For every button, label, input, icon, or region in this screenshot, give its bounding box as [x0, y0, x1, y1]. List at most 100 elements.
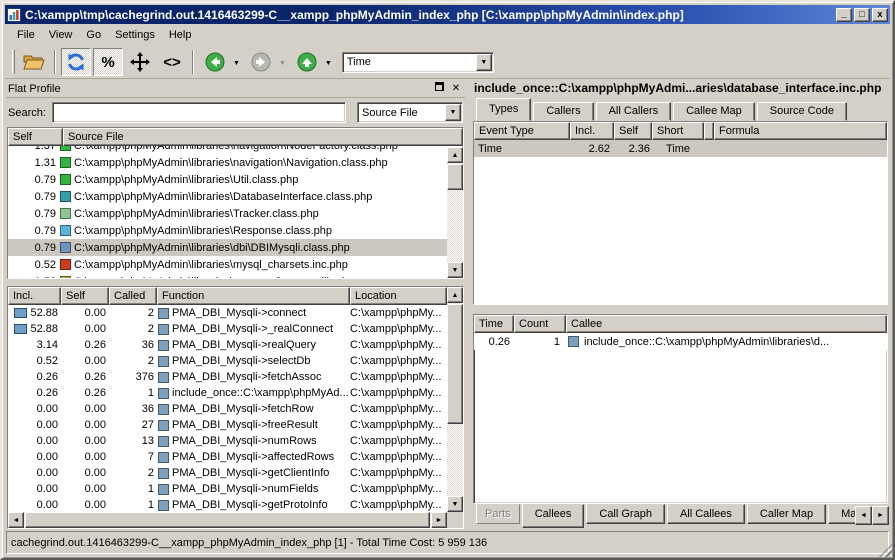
self-cost: 0.26 — [61, 387, 109, 399]
table-row[interactable]: 0.00 0.00 13 PMA_DBI_Mysqli->numRows C:\… — [8, 433, 447, 449]
tab[interactable]: Callers — [533, 102, 593, 121]
function-name: PMA_DBI_Mysqli->realQuery — [172, 339, 316, 351]
list-item[interactable]: 0.79 C:\xampp\phpMyAdmin\libraries\Datab… — [8, 188, 447, 205]
table-row[interactable]: 0.26 0.26 376 PMA_DBI_Mysqli->fetchAssoc… — [8, 369, 447, 385]
event-type-combo[interactable]: Time ▼ — [342, 52, 494, 73]
selected-function-title: include_once::C:\xampp\phpMyAdmi...aries… — [472, 80, 889, 98]
column-header-short[interactable]: Short — [652, 122, 704, 140]
table-row[interactable]: 0.00 0.00 1 PMA_DBI_Mysqli->getProtoInfo… — [8, 497, 447, 512]
scroll-right-icon[interactable]: ► — [872, 506, 889, 525]
tab[interactable]: All Callers — [596, 102, 672, 121]
up-dropdown-arrow[interactable]: ▼ — [325, 60, 332, 67]
column-header-incl[interactable]: Incl. — [8, 287, 61, 305]
grouping-combo[interactable]: Source File ▼ — [357, 102, 463, 123]
relative-cost-button[interactable]: <> — [157, 48, 187, 76]
dock-float-button[interactable] — [432, 82, 446, 95]
column-header-location[interactable]: Location — [350, 287, 447, 305]
cycle-detection-button[interactable] — [61, 48, 91, 76]
column-header-called[interactable]: Called — [109, 287, 157, 305]
column-header-count[interactable]: Count — [514, 315, 566, 333]
scroll-down-icon[interactable]: ▼ — [447, 262, 463, 278]
scroll-down-icon[interactable]: ▼ — [447, 496, 463, 512]
minimize-button[interactable]: _ — [836, 8, 852, 22]
open-file-button[interactable] — [19, 48, 49, 76]
table-row[interactable]: 0.26 1 include_once::C:\xampp\phpMyAdmin… — [474, 333, 887, 350]
scroll-left-icon[interactable]: ◄ — [8, 512, 24, 528]
menu-item[interactable]: Help — [162, 26, 199, 44]
table-row[interactable]: Time 2.62 2.36 Time — [474, 140, 887, 157]
table-row[interactable]: 0.26 0.26 1 include_once::C:\xampp\phpMy… — [8, 385, 447, 401]
function-table-hscrollbar[interactable]: ◄ ► — [8, 512, 447, 528]
list-item[interactable]: 1.31 C:\xampp\phpMyAdmin\libraries\navig… — [8, 154, 447, 171]
column-header-formula[interactable]: Formula — [714, 122, 887, 140]
table-row[interactable]: 0.00 0.00 7 PMA_DBI_Mysqli->affectedRows… — [8, 449, 447, 465]
scrollbar-thumb[interactable] — [447, 304, 463, 424]
back-dropdown-arrow[interactable]: ▼ — [233, 60, 240, 67]
detail-splitter[interactable] — [472, 305, 889, 314]
column-header-spacer[interactable] — [704, 122, 714, 140]
column-header-time[interactable]: Time — [474, 315, 514, 333]
scroll-right-icon[interactable]: ► — [431, 512, 447, 528]
scroll-up-icon[interactable]: ▲ — [447, 287, 463, 303]
tab[interactable]: Source Code — [757, 102, 847, 121]
menu-item[interactable]: Settings — [108, 26, 162, 44]
expand-cost-button[interactable] — [125, 48, 155, 76]
dock-close-button[interactable]: ✕ — [449, 82, 463, 95]
tab[interactable]: Callees — [522, 504, 585, 528]
toolbar-grip[interactable] — [12, 50, 15, 74]
tab[interactable]: Types — [476, 98, 531, 121]
function-icon — [158, 388, 169, 399]
table-row[interactable]: 3.14 0.26 36 PMA_DBI_Mysqli->realQuery C… — [8, 337, 447, 353]
list-item[interactable]: 0.79 C:\xampp\phpMyAdmin\libraries\dbi\D… — [8, 239, 447, 256]
title-bar[interactable]: C:\xampp\tmp\cachegrind.out.1416463299-C… — [5, 5, 890, 24]
menu-item[interactable]: View — [42, 26, 80, 44]
tab[interactable]: All Callees — [667, 504, 745, 524]
column-header-self[interactable]: Self — [61, 287, 109, 305]
back-button[interactable] — [200, 48, 230, 76]
scroll-left-icon[interactable]: ◄ — [855, 506, 872, 525]
maximize-button[interactable]: □ — [854, 8, 870, 22]
table-row[interactable]: 0.00 0.00 27 PMA_DBI_Mysqli->freeResult … — [8, 417, 447, 433]
tab-scroll-buttons: ◄ ► — [855, 506, 889, 525]
function-table-vscrollbar[interactable]: ▲ ▼ — [447, 287, 463, 512]
main-splitter[interactable] — [465, 80, 472, 529]
table-row[interactable]: 52.88 0.00 2 PMA_DBI_Mysqli->connect C:\… — [8, 305, 447, 321]
percent-button[interactable]: % — [93, 48, 123, 76]
scrollbar-thumb[interactable] — [447, 164, 463, 190]
scroll-up-icon[interactable]: ▲ — [447, 147, 463, 163]
tab[interactable]: Callee Map — [673, 102, 755, 121]
dock-title-bar[interactable]: Flat Profile ✕ — [6, 80, 465, 98]
column-header-self[interactable]: Self — [614, 122, 652, 140]
list-item[interactable]: 0.79 C:\xampp\phpMyAdmin\libraries\Util.… — [8, 171, 447, 188]
list-item[interactable]: 1.37 C:\xampp\phpMyAdmin\libraries\navig… — [8, 146, 447, 154]
menu-item[interactable]: File — [10, 26, 42, 44]
up-button[interactable] — [292, 48, 322, 76]
chevron-down-icon[interactable]: ▼ — [445, 104, 461, 121]
chevron-down-icon[interactable]: ▼ — [476, 54, 492, 71]
table-row[interactable]: 0.52 0.00 2 PMA_DBI_Mysqli->selectDb C:\… — [8, 353, 447, 369]
column-header-self[interactable]: Self — [8, 128, 63, 146]
tab[interactable]: Call Graph — [586, 504, 665, 524]
list-item[interactable]: 0.52 C:\xampp\phpMyAdmin\libraries\mysql… — [8, 256, 447, 273]
table-row[interactable]: 0.00 0.00 1 PMA_DBI_Mysqli->numFields C:… — [8, 481, 447, 497]
list-item[interactable]: 0.52 C:\xampp\phpMyAdmin\libraries\user_… — [8, 273, 447, 278]
file-list-vscrollbar[interactable]: ▲ ▼ — [447, 147, 463, 278]
list-item[interactable]: 0.79 C:\xampp\phpMyAdmin\libraries\Respo… — [8, 222, 447, 239]
table-row[interactable]: 0.00 0.00 2 PMA_DBI_Mysqli->getClientInf… — [8, 465, 447, 481]
column-header-function[interactable]: Function — [157, 287, 350, 305]
close-button[interactable]: x — [872, 8, 888, 22]
column-header-callee[interactable]: Callee — [566, 315, 887, 333]
tab[interactable]: Caller Map — [747, 504, 826, 524]
forward-button[interactable] — [246, 48, 276, 76]
column-header-source-file[interactable]: Source File — [63, 128, 463, 146]
tab[interactable]: Parts — [476, 504, 520, 524]
table-row[interactable]: 0.00 0.00 36 PMA_DBI_Mysqli->fetchRow C:… — [8, 401, 447, 417]
scrollbar-thumb[interactable] — [25, 512, 430, 528]
search-input[interactable] — [52, 102, 346, 123]
column-header-incl[interactable]: Incl. — [570, 122, 614, 140]
column-header-event-type[interactable]: Event Type — [474, 122, 570, 140]
list-item[interactable]: 0.79 C:\xampp\phpMyAdmin\libraries\Track… — [8, 205, 447, 222]
menu-item[interactable]: Go — [79, 26, 108, 44]
table-row[interactable]: 52.88 0.00 2 PMA_DBI_Mysqli->_realConnec… — [8, 321, 447, 337]
dock-splitter[interactable] — [6, 279, 465, 286]
